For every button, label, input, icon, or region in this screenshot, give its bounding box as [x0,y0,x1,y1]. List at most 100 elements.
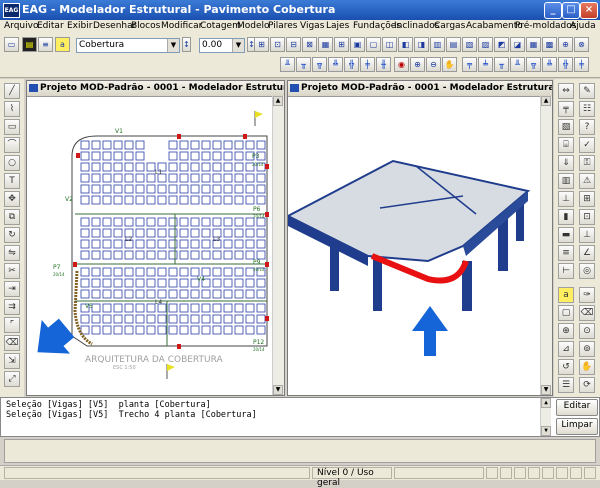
regen-icon[interactable]: ⟳ [579,377,595,393]
pillar-icon[interactable]: ╥ [296,57,311,72]
tool-icon[interactable]: ▦ [526,37,541,52]
beam-icon[interactable]: ╪ [360,57,375,72]
frame-icon[interactable]: ╧ [478,57,493,72]
properties-icon[interactable]: ≡ [38,37,53,52]
menu-editar[interactable]: Editar [37,21,64,31]
tool-icon[interactable]: ⊠ [302,37,317,52]
tool-icon[interactable]: ◩ [494,37,509,52]
slab-tool-icon[interactable]: ▧ [558,119,574,135]
edit-button[interactable]: Editar [556,399,598,416]
menu-arquivo[interactable]: Arquivo [4,21,38,31]
pan-view-icon[interactable]: ✋ [579,359,595,375]
frame-icon[interactable]: ╥ [494,57,509,72]
support-tool-icon[interactable]: ⊥ [558,191,574,207]
menu-exibir[interactable]: Exibir [67,21,92,31]
tool-icon[interactable]: ⊕ [558,37,573,52]
menu-blocos[interactable]: Blocos [131,21,160,31]
tool-icon[interactable]: ◧ [398,37,413,52]
wall-tool-icon[interactable]: ▮ [558,209,574,225]
tool-icon[interactable]: ⊟ [286,37,301,52]
beam-icon[interactable]: ╫ [376,57,391,72]
menu-pilares[interactable]: Pilares [268,21,297,31]
grid-tool-icon[interactable]: ⊞ [579,191,595,207]
plan-canvas[interactable]: P3 20/14 P6 20/14 P7 20/14 P9 20/14 P12 … [27,96,274,396]
pen-tool-icon[interactable]: ✑ [579,287,595,303]
model-3d-window[interactable]: Projeto MOD-Padrão - 0001 - Modelador Es… [287,80,553,396]
opening-tool-icon[interactable]: ▥ [558,173,574,189]
pillar-tool-icon[interactable]: ⇔ [558,83,574,99]
snap-tool-icon[interactable]: ⊡ [579,209,595,225]
scroll-down-icon[interactable]: ▼ [541,385,551,395]
rotate-icon[interactable]: ↻ [4,227,20,243]
stair-tool-icon[interactable]: ⌸ [558,137,574,153]
tool-icon[interactable]: ◪ [510,37,525,52]
warning-tool-icon[interactable]: ⚠ [579,173,595,189]
edit-tool-icon[interactable]: ✎ [579,83,595,99]
rectangle-icon[interactable]: ▭ [4,119,20,135]
tool-icon[interactable]: ▩ [542,37,557,52]
frame-icon[interactable]: ╩ [542,57,557,72]
zoom-window-icon[interactable]: ⊙ [579,323,595,339]
frame-icon[interactable]: ╨ [510,57,525,72]
check-tool-icon[interactable]: ✓ [579,137,595,153]
measure-icon[interactable]: ⊿ [558,341,574,357]
highlight-icon[interactable]: a [55,37,70,52]
menu-modelo[interactable]: Modelo [237,21,270,31]
beam-tool-icon[interactable]: ╤ [558,101,574,117]
mirror-icon[interactable]: ⇋ [4,245,20,261]
zoom-out-icon[interactable]: ⊖ [426,57,441,72]
scroll-up-icon[interactable]: ▲ [541,96,551,106]
model-3d-canvas[interactable] [288,96,554,396]
scroll-up-icon[interactable]: ▲ [541,398,551,408]
menu-desenhar[interactable]: Desenhar [93,21,136,31]
model-3d-scrollbar[interactable]: ▲ ▼ [540,96,552,395]
tool-icon[interactable]: ▨ [478,37,493,52]
menu-ajuda[interactable]: Ajuda [570,21,596,31]
align-tool-icon[interactable]: ⊢ [558,263,574,279]
move-icon[interactable]: ✥ [4,191,20,207]
fillet-icon[interactable]: ⌜ [4,317,20,333]
frame-icon[interactable]: ╬ [558,57,573,72]
menu-modificar[interactable]: Modificar [161,21,202,31]
erase-icon[interactable]: ⌫ [4,335,20,351]
foundation-tool-icon[interactable]: ▬ [558,227,574,243]
ortho-tool-icon[interactable]: ⊥ [579,227,595,243]
menu-inclinados[interactable]: Inclinados [394,21,439,31]
menu-vigas[interactable]: Vigas [300,21,324,31]
scale-icon[interactable]: ⤢ [4,371,20,387]
layer-select[interactable]: Cobertura ▼ [76,38,180,53]
layers-icon[interactable]: ☰ [558,377,574,393]
tool-icon[interactable]: ⊗ [574,37,589,52]
lock-tool-icon[interactable]: ⚿ [579,155,595,171]
text-icon[interactable]: T [4,173,20,189]
frame-icon[interactable]: ╪ [574,57,589,72]
menu-lajes[interactable]: Lajes [326,21,349,31]
tool-icon[interactable]: ◨ [414,37,429,52]
chevron-down-icon[interactable]: ▼ [167,39,179,52]
highlight-tool-icon[interactable]: a [558,287,574,303]
clear-button[interactable]: Limpar [556,418,598,435]
value-select[interactable]: 0.00 ▼ [199,38,245,53]
copy-icon[interactable]: ⧉ [4,209,20,225]
plan-window[interactable]: Projeto MOD-Padrão - 0001 - Modelador Es… [26,80,285,396]
polyline-icon[interactable]: ⌇ [4,101,20,117]
frame-icon[interactable]: ╦ [526,57,541,72]
load-tool-icon[interactable]: ⇓ [558,155,574,171]
layer-icon[interactable]: ▤ [22,37,37,52]
beam-icon[interactable]: ╩ [328,57,343,72]
extend-icon[interactable]: ⇥ [4,281,20,297]
frame-icon[interactable]: ╤ [462,57,477,72]
menu-cotagem[interactable]: Cotagem [200,21,241,31]
tool-icon[interactable]: ▥ [430,37,445,52]
tool-icon[interactable]: ▦ [318,37,333,52]
line-icon[interactable]: ╱ [4,83,20,99]
tool-icon[interactable]: ▣ [350,37,365,52]
maximize-button[interactable]: □ [562,2,580,19]
zoom-icon[interactable]: ◉ [394,57,409,72]
tool-icon[interactable]: ▧ [462,37,477,52]
tool-icon[interactable]: ⊡ [270,37,285,52]
offset-icon[interactable]: ⇉ [4,299,20,315]
rotate-view-icon[interactable]: ↺ [558,359,574,375]
circle-icon[interactable]: ○ [4,155,20,171]
scroll-down-icon[interactable]: ▼ [541,426,551,436]
